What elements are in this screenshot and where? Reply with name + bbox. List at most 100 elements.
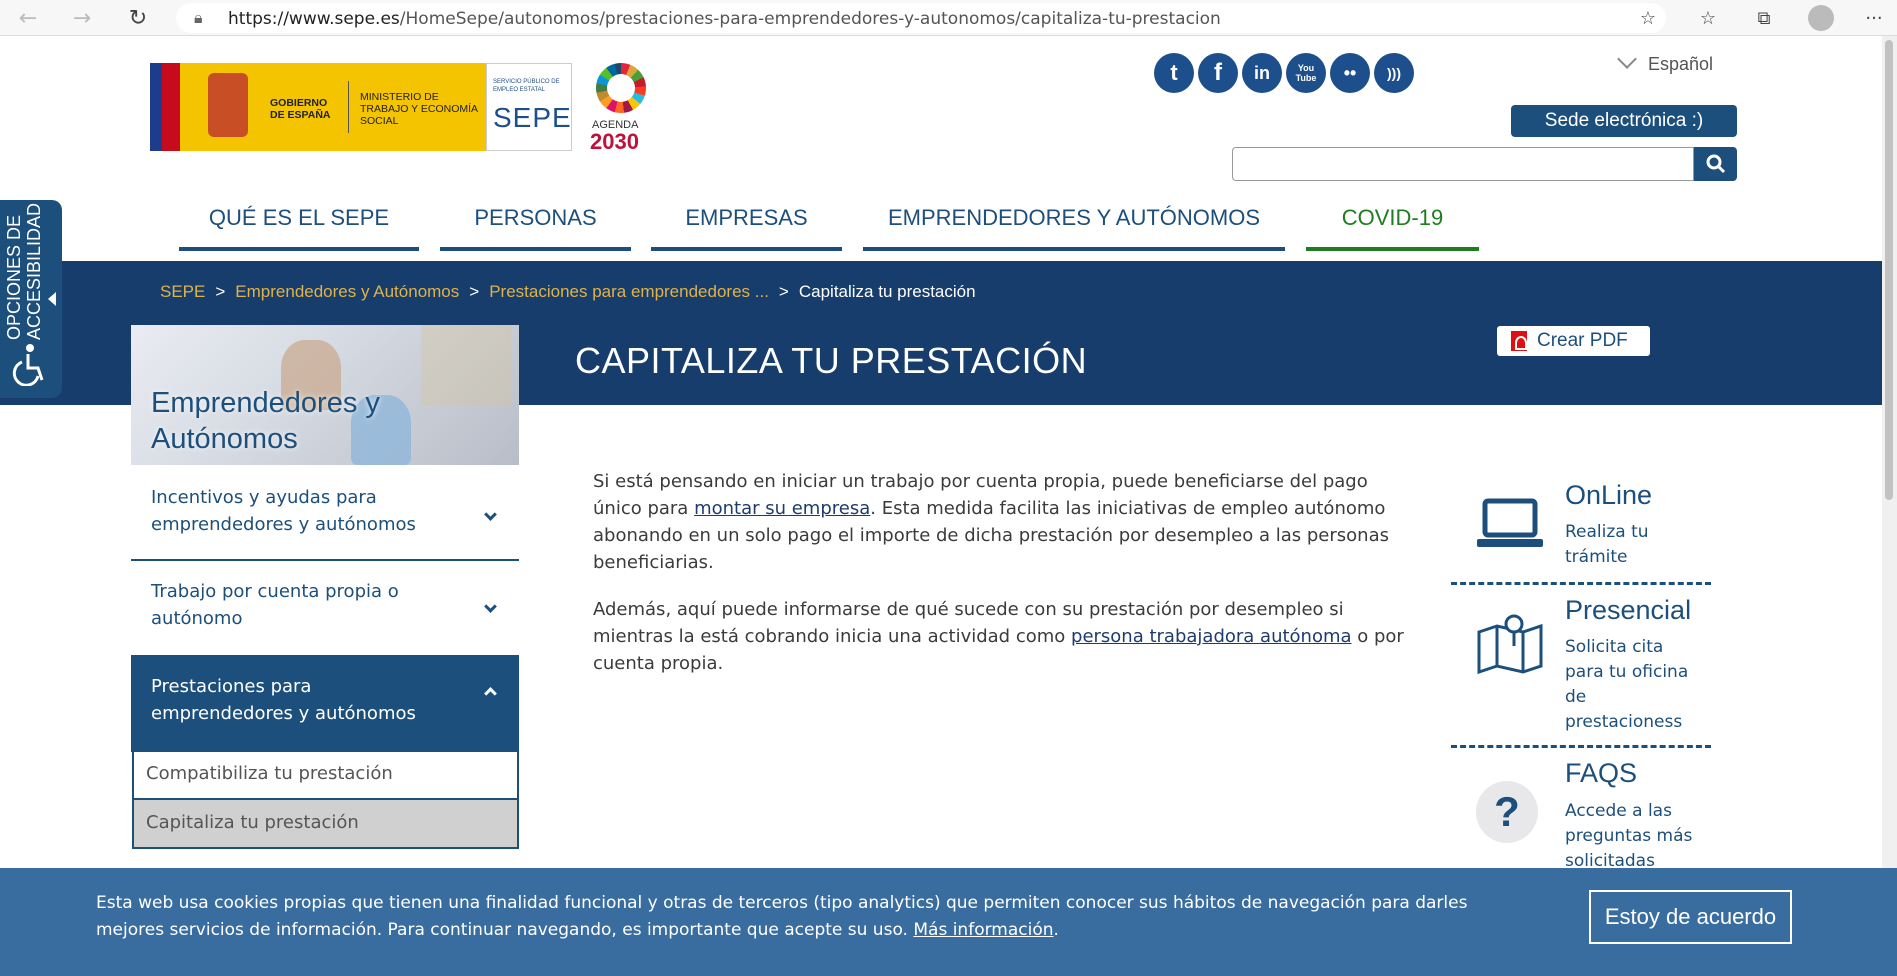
divider bbox=[1451, 582, 1711, 585]
nav-que-es-el-sepe[interactable]: QUÉ ES EL SEPE bbox=[179, 205, 419, 251]
cookie-message: Esta web usa cookies propias que tienen … bbox=[96, 893, 1468, 940]
lock-icon: 🔒︎ bbox=[194, 8, 203, 27]
paragraph: Además, aquí puede informarse de qué suc… bbox=[593, 596, 1413, 677]
sidebar-item-label: Prestaciones para emprendedores y autóno… bbox=[151, 676, 416, 724]
chevron-up-icon bbox=[484, 687, 497, 700]
sidebar-item-label: Trabajo por cuenta propia o autónomo bbox=[151, 581, 399, 629]
breadcrumb: SEPE > Emprendedores y Autónomos > Prestacio… bbox=[160, 282, 976, 302]
chevron-down-icon bbox=[484, 508, 497, 521]
facebook-icon[interactable]: f bbox=[1198, 53, 1238, 93]
sidebar-subitem-capitaliza[interactable]: Capitaliza tu prestación bbox=[132, 800, 519, 849]
government-logo[interactable]: GOBIERNO DE ESPAÑA MINISTERIO DE TRABAJO… bbox=[150, 63, 572, 151]
breadcrumb-sepe[interactable]: SEPE bbox=[160, 282, 205, 301]
online-text[interactable]: Realiza tu trámite bbox=[1565, 520, 1705, 570]
forward-icon[interactable]: → bbox=[68, 4, 96, 32]
accessibility-label-line: OPCIONES DE bbox=[4, 214, 24, 340]
collections-icon[interactable]: ⧉ bbox=[1750, 4, 1778, 32]
nav-empresas[interactable]: EMPRESAS bbox=[651, 205, 842, 251]
svg-text:?: ? bbox=[1494, 788, 1520, 835]
accept-cookies-button[interactable]: Estoy de acuerdo bbox=[1589, 890, 1792, 944]
main-content: Si está pensando en iniciar un trabajo p… bbox=[593, 468, 1413, 697]
accessibility-icon bbox=[12, 344, 44, 386]
accessibility-label-line: ACCESIBILIDAD bbox=[24, 202, 44, 340]
breadcrumb-separator: > bbox=[215, 282, 226, 301]
create-pdf-label: Crear PDF bbox=[1537, 330, 1628, 351]
sidebar-item-incentivos[interactable]: Incentivos y ayudas para emprendedores y… bbox=[131, 482, 519, 559]
url-host: https://www.sepe.es bbox=[228, 9, 400, 29]
add-favorite-icon[interactable]: ☆ bbox=[1634, 4, 1662, 32]
nav-emprendedores-autonomos[interactable]: EMPRENDEDORES Y AUTÓNOMOS bbox=[863, 205, 1285, 251]
breadcrumb-separator: > bbox=[469, 282, 480, 301]
language-selector[interactable]: Español bbox=[1617, 49, 1713, 75]
url-text[interactable]: https://www.sepe.es/HomeSepe/autonomos/p… bbox=[228, 9, 1221, 29]
montar-empresa-link[interactable]: montar su empresa bbox=[694, 498, 870, 519]
browser-toolbar: ← → ↻ 🔒︎ https://www.sepe.es/HomeSepe/au… bbox=[0, 0, 1897, 36]
chevron-left-icon bbox=[48, 292, 56, 306]
rss-glyph: ))) bbox=[1387, 65, 1401, 81]
chevron-down-icon bbox=[1617, 49, 1637, 69]
twitter-glyph: t bbox=[1170, 60, 1178, 85]
gov-text: GOBIERNO DE ESPAÑA bbox=[270, 97, 331, 121]
sepe-subtitle: SERVICIO PÚBLICO DE EMPLEO ESTATAL bbox=[493, 79, 560, 93]
flickr-icon[interactable]: •• bbox=[1330, 53, 1370, 93]
faqs-title[interactable]: FAQS bbox=[1565, 758, 1637, 789]
cookie-end: . bbox=[1053, 920, 1059, 940]
youtube-glyph: You Tube bbox=[1295, 63, 1317, 83]
scrollbar-thumb[interactable] bbox=[1885, 40, 1893, 500]
page-title: CAPITALIZA TU PRESTACIÓN bbox=[575, 340, 1088, 381]
chevron-down-icon bbox=[484, 600, 497, 613]
divider bbox=[348, 81, 349, 133]
sidebar-item-label: Incentivos y ayudas para emprendedores y… bbox=[151, 487, 416, 535]
reload-icon[interactable]: ↻ bbox=[124, 4, 152, 32]
twitter-icon[interactable]: t bbox=[1154, 53, 1194, 93]
cookie-banner: Esta web usa cookies propias que tienen … bbox=[0, 868, 1897, 976]
sepe-wordmark: SEPE bbox=[493, 102, 572, 133]
divider bbox=[1451, 745, 1711, 748]
sidebar-item-trabajo-cuenta-propia[interactable]: Trabajo por cuenta propia o autónomo bbox=[131, 578, 519, 655]
accessibility-label: OPCIONES DE ACCESIBILIDAD bbox=[4, 203, 44, 340]
more-menu-icon[interactable]: ··· bbox=[1860, 4, 1888, 32]
nav-personas[interactable]: PERSONAS bbox=[440, 205, 631, 251]
address-bar[interactable]: 🔒︎ https://www.sepe.es/HomeSepe/autonomo… bbox=[176, 3, 1666, 33]
map-pin-icon[interactable] bbox=[1475, 614, 1545, 674]
agenda-2030-logo[interactable]: AGENDA 2030 bbox=[586, 63, 656, 154]
search-button[interactable] bbox=[1694, 147, 1737, 181]
favorites-icon[interactable]: ☆ bbox=[1694, 4, 1722, 32]
create-pdf-button[interactable]: Crear PDF bbox=[1497, 326, 1650, 356]
facebook-glyph: f bbox=[1214, 59, 1222, 86]
divider bbox=[131, 559, 519, 561]
agenda-year: 2030 bbox=[590, 129, 639, 154]
linkedin-glyph: in bbox=[1254, 62, 1270, 83]
persona-trabajadora-autonoma-link[interactable]: persona trabajadora autónoma bbox=[1071, 626, 1352, 647]
sidebar-item-prestaciones[interactable]: Prestaciones para emprendedores y autóno… bbox=[131, 655, 519, 752]
linkedin-icon[interactable]: in bbox=[1242, 53, 1282, 93]
back-icon[interactable]: ← bbox=[14, 4, 42, 32]
nav-covid-19[interactable]: COVID-19 bbox=[1306, 205, 1479, 251]
laptop-icon[interactable] bbox=[1475, 497, 1545, 553]
pdf-icon bbox=[1511, 331, 1527, 351]
breadcrumb-prestaciones[interactable]: Prestaciones para emprendedores ... bbox=[489, 282, 769, 301]
breadcrumb-emprendedores[interactable]: Emprendedores y Autónomos bbox=[235, 282, 459, 301]
sidebar-title: Emprendedores y Autónomos bbox=[151, 387, 380, 455]
url-path: /HomeSepe/autonomos/prestaciones-para-em… bbox=[399, 9, 1221, 29]
paragraph: Si está pensando en iniciar un trabajo p… bbox=[593, 468, 1413, 576]
search-input[interactable] bbox=[1232, 147, 1694, 181]
rss-icon[interactable]: ))) bbox=[1374, 53, 1414, 93]
profile-icon[interactable] bbox=[1807, 4, 1835, 32]
online-title[interactable]: OnLine bbox=[1565, 480, 1652, 511]
hero-photo bbox=[421, 325, 511, 405]
eu-strip bbox=[150, 63, 162, 151]
sepe-logo: SERVICIO PÚBLICO DE EMPLEO ESTATAL SEPE bbox=[486, 63, 572, 151]
sede-electronica-button[interactable]: Sede electrónica :) bbox=[1511, 105, 1737, 137]
breadcrumb-current: Capitaliza tu prestación bbox=[798, 282, 976, 301]
sidebar-hero: Emprendedores y Autónomos bbox=[131, 325, 519, 465]
question-icon[interactable]: ? bbox=[1475, 780, 1539, 844]
faqs-text[interactable]: Accede a las preguntas más solicitadas bbox=[1565, 799, 1705, 874]
youtube-icon[interactable]: You Tube bbox=[1286, 53, 1326, 93]
presencial-text[interactable]: Solicita cita para tu oficina de prestac… bbox=[1565, 635, 1705, 735]
flickr-glyph: •• bbox=[1343, 62, 1357, 83]
presencial-title[interactable]: Presencial bbox=[1565, 595, 1691, 626]
more-info-link[interactable]: Más información bbox=[913, 920, 1053, 940]
sidebar-subitem-compatibiliza[interactable]: Compatibiliza tu prestación bbox=[132, 751, 519, 800]
search-icon bbox=[1706, 154, 1725, 174]
